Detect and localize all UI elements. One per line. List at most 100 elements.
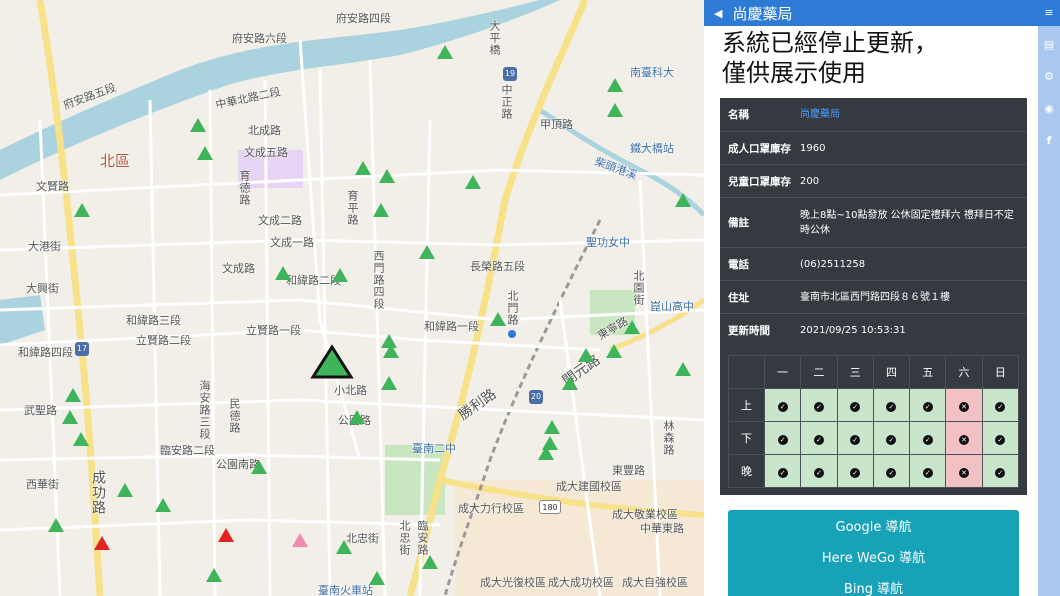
- pharmacy-marker[interactable]: [578, 348, 594, 362]
- check-circle-icon: ✓: [813, 434, 824, 445]
- day-header: 四: [872, 355, 911, 389]
- pharmacy-marker[interactable]: [544, 420, 560, 434]
- pharmacy-marker[interactable]: [74, 203, 90, 217]
- check-circle-icon: ✓: [922, 434, 933, 445]
- schedule-cell-open: ✓: [909, 388, 947, 422]
- pharmacy-marker[interactable]: [349, 410, 365, 424]
- check-circle-icon: ✓: [922, 467, 933, 478]
- pharmacy-marker[interactable]: [48, 518, 64, 532]
- info-row-adult-stock: 成人口罩庫存 1960: [720, 131, 1027, 164]
- info-value: 2021/09/25 10:53:31: [800, 324, 906, 336]
- pharmacy-marker[interactable]: [206, 568, 222, 582]
- info-row-note: 備註 晚上8點~10點發放 公休固定禮拜六 禮拜日不定時公休: [720, 197, 1027, 247]
- map-canvas[interactable]: 府安路四段 府安路五段 府安路六段 北區 中華北路二段 北成路 文成五路 文成二…: [0, 0, 704, 596]
- pharmacy-marker[interactable]: [190, 118, 206, 132]
- pharmacy-marker-low[interactable]: [292, 533, 308, 547]
- pharmacy-marker[interactable]: [275, 266, 291, 280]
- pharmacy-marker[interactable]: [624, 320, 640, 334]
- pharmacy-marker[interactable]: [542, 436, 558, 450]
- pharmacy-marker[interactable]: [73, 432, 89, 446]
- notice-line: 僅供展示使用: [722, 59, 866, 87]
- pharmacy-marker[interactable]: [675, 193, 691, 207]
- day-header: 六: [945, 355, 983, 389]
- pharmacy-marker[interactable]: [62, 410, 78, 424]
- info-row-address: 住址 臺南市北區西門路四段８６號１樓: [720, 280, 1027, 313]
- schedule-cell-open: ✓: [836, 454, 874, 488]
- pharmacy-marker[interactable]: [251, 460, 267, 474]
- schedule-cell-closed: ✕: [945, 421, 983, 455]
- check-circle-icon: ✓: [813, 401, 824, 412]
- pharmacy-marker[interactable]: [155, 498, 171, 512]
- pharmacy-marker[interactable]: [607, 78, 623, 92]
- pharmacy-marker[interactable]: [381, 334, 397, 348]
- pharmacy-marker[interactable]: [606, 344, 622, 358]
- schedule-cell-open: ✓: [800, 388, 838, 422]
- panel-header: ◀ 尚慶藥局: [704, 0, 1038, 26]
- pharmacy-marker[interactable]: [336, 540, 352, 554]
- pharmacy-marker[interactable]: [369, 571, 385, 585]
- check-circle-icon: ✓: [886, 434, 897, 445]
- pharmacy-marker[interactable]: [607, 103, 623, 117]
- schedule-row-label: 下: [728, 421, 765, 455]
- schedule-row-label: 晚: [728, 454, 765, 488]
- check-circle-icon: ✓: [995, 434, 1006, 445]
- schedule-cell-open: ✓: [800, 421, 838, 455]
- menu-icon[interactable]: ≡: [1042, 6, 1056, 20]
- schedule-cell-closed: ✕: [945, 454, 983, 488]
- info-row-child-stock: 兒童口罩庫存 200: [720, 164, 1027, 197]
- check-circle-icon: ✓: [850, 401, 861, 412]
- selected-pharmacy-marker[interactable]: [310, 344, 354, 379]
- pharmacy-marker[interactable]: [490, 312, 506, 326]
- pharmacy-marker[interactable]: [197, 146, 213, 160]
- check-circle-icon: ✓: [995, 401, 1006, 412]
- pharmacy-marker[interactable]: [562, 376, 578, 390]
- schedule-row: 晚 ✓ ✓ ✓ ✓ ✓ ✕ ✓: [728, 454, 1020, 488]
- pharmacy-marker[interactable]: [675, 362, 691, 376]
- info-value: (06)2511258: [800, 258, 866, 270]
- pharmacy-marker[interactable]: [422, 555, 438, 569]
- pharmacy-marker-empty[interactable]: [218, 528, 234, 542]
- info-row-name: 名稱 尚慶藥局: [720, 98, 1027, 131]
- pharmacy-marker[interactable]: [437, 45, 453, 59]
- pharmacy-marker-empty[interactable]: [94, 536, 110, 550]
- here-wego-nav-button[interactable]: Here WeGo 導航: [728, 543, 1019, 574]
- check-circle-icon: ✓: [777, 467, 788, 478]
- schedule-cell-open: ✓: [872, 454, 911, 488]
- check-circle-icon: ✓: [777, 401, 788, 412]
- check-circle-icon: ✓: [886, 401, 897, 412]
- gear-icon[interactable]: ⚙: [1042, 70, 1056, 84]
- pharmacy-marker[interactable]: [117, 483, 133, 497]
- schedule-row-label: 上: [728, 388, 765, 422]
- bing-nav-button[interactable]: Bing 導航: [728, 574, 1019, 596]
- info-value: 臺南市北區西門路四段８６號１樓: [800, 291, 950, 303]
- schedule-cell-open: ✓: [981, 388, 1020, 422]
- facebook-icon[interactable]: f: [1042, 134, 1056, 148]
- pharmacy-marker[interactable]: [381, 376, 397, 390]
- pharmacy-marker[interactable]: [355, 161, 371, 175]
- schedule-cell-open: ✓: [909, 454, 947, 488]
- info-row-updated: 更新時間 2021/09/25 10:53:31: [720, 313, 1027, 346]
- navigation-buttons: Google 導航 Here WeGo 導航 Bing 導航: [728, 510, 1019, 596]
- schedule-row: 上 ✓ ✓ ✓ ✓ ✓ ✕ ✓: [728, 388, 1020, 422]
- pharmacy-marker[interactable]: [65, 388, 81, 402]
- google-nav-button[interactable]: Google 導航: [728, 512, 1019, 543]
- book-icon[interactable]: ▤: [1042, 38, 1056, 52]
- schedule-cell-open: ✓: [836, 421, 874, 455]
- x-circle-icon: ✕: [959, 467, 970, 478]
- pharmacy-marker[interactable]: [465, 175, 481, 189]
- pharmacy-name-link[interactable]: 尚慶藥局: [800, 107, 1027, 122]
- info-value: 200: [800, 175, 820, 187]
- schedule-corner: [728, 355, 765, 389]
- pharmacy-marker[interactable]: [332, 268, 348, 282]
- x-circle-icon: ✕: [959, 434, 970, 445]
- pharmacy-marker[interactable]: [379, 169, 395, 183]
- pharmacy-marker[interactable]: [419, 245, 435, 259]
- info-key: 名稱: [728, 109, 749, 121]
- schedule-cell-open: ✓: [763, 388, 802, 422]
- github-icon[interactable]: ◉: [1042, 102, 1056, 116]
- caret-left-icon[interactable]: ◀: [714, 7, 722, 20]
- notice-text: 系統已經停止更新， 僅供展示使用: [704, 26, 1038, 88]
- schedule-cell-open: ✓: [800, 454, 838, 488]
- check-circle-icon: ✓: [813, 467, 824, 478]
- pharmacy-marker[interactable]: [373, 203, 389, 217]
